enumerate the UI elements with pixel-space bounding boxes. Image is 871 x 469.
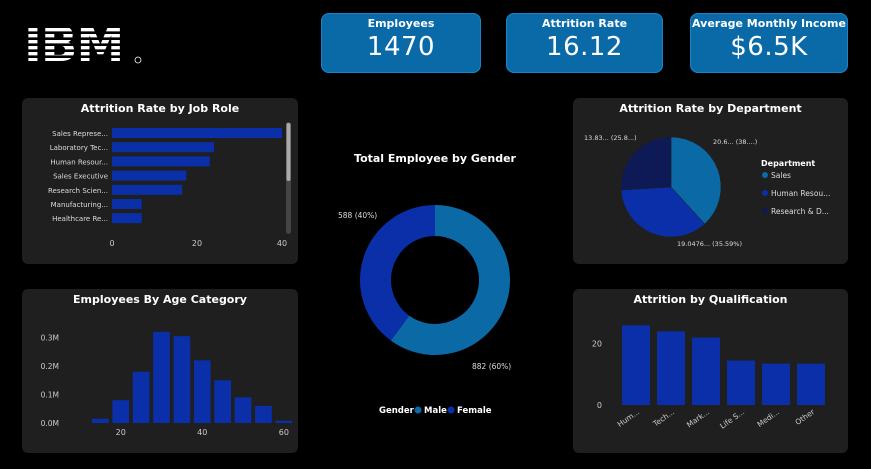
age-bar — [214, 380, 232, 423]
age-bar — [234, 397, 252, 423]
job-role-tick-label: Sales Executive — [53, 173, 108, 181]
qualification-x-tick: Life S... — [718, 407, 746, 430]
job-role-bar — [112, 128, 282, 138]
job-role-bar — [112, 156, 210, 167]
job-role-tick-label: Laboratory Tec... — [50, 144, 108, 152]
age-y-tick: 0.1M — [41, 391, 59, 400]
age-y-tick: 0.2M — [41, 362, 59, 371]
qualification-x-tick: Mark... — [685, 407, 711, 429]
job-role-tick-label: Healthcare Re... — [52, 215, 108, 223]
gender-legend-swatch-female — [447, 406, 455, 414]
department-legend-swatch — [762, 190, 768, 196]
age-x-tick: 60 — [279, 428, 289, 437]
department-legend-swatch — [762, 208, 768, 214]
age-chart[interactable]: 0.0M 0.1M 0.2M 0.3M 20 40 60 — [22, 289, 298, 453]
job-role-tick-label: Manufacturing... — [51, 201, 108, 209]
qualification-x-tick: Medi... — [755, 407, 781, 429]
job-role-chart[interactable]: Sales Represe... Laboratory Tec... Human R… — [22, 98, 298, 264]
department-legend-item: Human Resou... — [771, 189, 830, 198]
qualification-y-tick: 0 — [597, 401, 602, 410]
job-role-x-tick: 20 — [192, 239, 202, 248]
qualification-panel[interactable]: Attrition by Qualification 0 20 Hum... Tech… — [573, 289, 848, 453]
qualification-bar — [762, 363, 790, 405]
gender-data-label-female: 588 (40%) — [338, 211, 377, 220]
qualification-bar — [622, 325, 650, 405]
gender-panel[interactable]: Total Employee by Gender 882 (60%) 588 (4… — [330, 150, 540, 430]
kpi-employees-card[interactable]: Employees 1470 — [321, 13, 481, 73]
logo-text: IBM — [24, 20, 123, 66]
age-bar — [112, 400, 130, 423]
gender-legend-female: Female — [457, 406, 492, 416]
qualification-x-tick: Other — [794, 407, 817, 427]
age-y-tick: 0.3M — [41, 334, 59, 343]
qualification-bar — [727, 360, 755, 405]
job-role-tick-label: Human Resour... — [50, 158, 108, 166]
age-bar — [255, 405, 272, 423]
department-legend-item: Sales — [771, 171, 791, 180]
age-bar — [91, 418, 109, 423]
job-role-tick-label: Sales Represe... — [52, 130, 108, 138]
gender-legend-swatch-male — [414, 406, 422, 414]
age-bar — [275, 420, 293, 423]
kpi-income-card[interactable]: Average Monthly Income $6.5K — [690, 13, 848, 73]
age-y-tick: 0.0M — [41, 419, 59, 428]
kpi-attrition-card[interactable]: Attrition Rate 16.12 — [506, 13, 663, 73]
department-data-label: 20.6... (38....) — [713, 138, 757, 146]
qualification-bar — [797, 363, 825, 405]
job-role-bar — [112, 170, 187, 181]
kpi-attrition-value: 16.12 — [546, 32, 623, 62]
gender-legend-title: Gender — [379, 406, 415, 416]
age-x-tick: 40 — [197, 428, 207, 437]
department-slice — [620, 136, 672, 191]
job-role-bar — [112, 184, 183, 195]
department-legend-item: Research & D... — [771, 207, 829, 216]
job-role-bar — [112, 142, 214, 153]
department-panel[interactable]: Attrition Rate by Department 20.6... (38… — [573, 98, 848, 264]
age-bar — [173, 336, 191, 423]
job-role-bar — [112, 213, 142, 224]
age-bar — [153, 331, 170, 423]
qualification-bar — [657, 331, 685, 405]
department-data-label: 19.0476... (35.59%) — [677, 240, 742, 248]
job-role-panel[interactable]: Attrition Rate by Job Role Sales Represe… — [22, 98, 298, 264]
age-bar — [132, 371, 150, 423]
gender-data-label-male: 882 (60%) — [472, 362, 511, 371]
qualification-chart[interactable]: 0 20 Hum... Tech... Mark... Life S... Medi... O… — [573, 289, 848, 453]
kpi-employees-label: Employees — [367, 17, 435, 30]
kpi-employees-value: 1470 — [366, 32, 436, 62]
job-role-x-tick: 0 — [109, 239, 114, 248]
job-role-tick-label: Research Scien... — [48, 187, 108, 195]
kpi-income-value: $6.5K — [730, 32, 808, 62]
qualification-y-tick: 20 — [592, 340, 602, 349]
qualification-x-tick: Hum... — [616, 407, 642, 429]
department-legend-title: Department — [761, 159, 815, 168]
ibm-logo: IBM — [24, 20, 149, 70]
job-role-bar — [112, 199, 142, 209]
department-data-label: 13.83... (25.8...) — [584, 134, 637, 142]
gender-slice-female — [360, 205, 435, 341]
job-role-scroll-thumb[interactable] — [286, 123, 291, 181]
department-legend-swatch — [762, 172, 768, 178]
kpi-income-label: Average Monthly Income — [692, 17, 846, 30]
job-role-x-tick: 40 — [277, 239, 287, 248]
gender-legend-male: Male — [424, 406, 447, 416]
qualification-x-tick: Tech... — [651, 407, 677, 429]
department-chart[interactable]: 20.6... (38....) 19.0476... (35.59%) 13.83… — [573, 98, 848, 264]
gender-chart[interactable]: 882 (60%) 588 (40%) Gender Male Female — [330, 150, 540, 430]
age-x-tick: 20 — [116, 428, 126, 437]
age-panel[interactable]: Employees By Age Category 0.0M 0.1M 0.2M 0.… — [22, 289, 298, 453]
qualification-bar — [692, 337, 720, 405]
kpi-attrition-label: Attrition Rate — [541, 17, 628, 30]
age-bar — [193, 360, 211, 423]
